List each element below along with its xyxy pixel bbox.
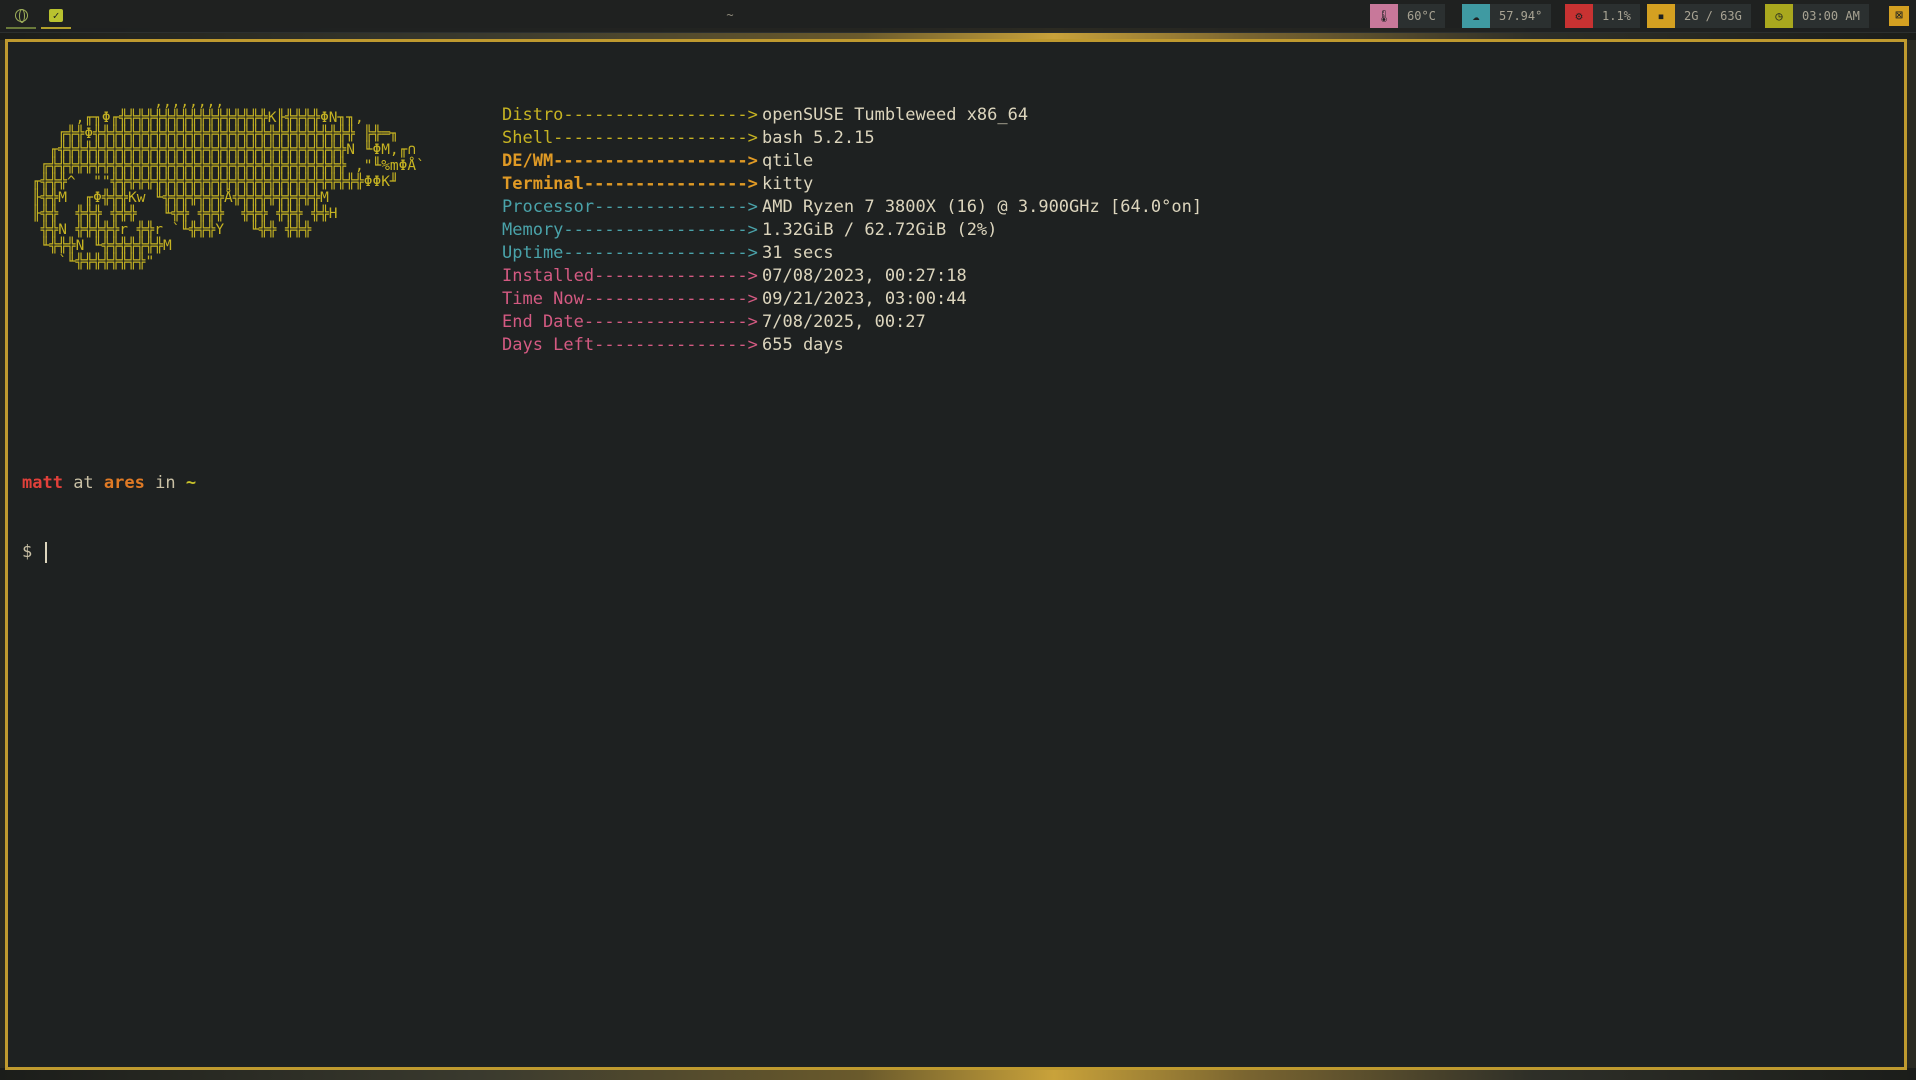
cpu-value: 1.1% <box>1593 4 1640 28</box>
info-value: 655 days <box>762 335 844 355</box>
temperature-widget[interactable]: 🌡︎ 60°C <box>1370 4 1445 28</box>
info-value: bash 5.2.15 <box>762 128 875 148</box>
info-label: End Date----------------> <box>502 312 758 332</box>
clock-widget[interactable]: ◷ 03:00 AM <box>1765 4 1869 28</box>
prompt-in: in <box>144 473 186 493</box>
prompt-directory: ~ <box>185 473 197 493</box>
info-label: Processor---------------> <box>502 197 758 217</box>
info-row-uptime: Uptime------------------> 31 secs <box>502 242 1202 265</box>
command-line[interactable]: $ <box>22 541 196 564</box>
shell-prompt: matt at ares in ~ $ <box>22 426 196 610</box>
info-label: Uptime------------------> <box>502 243 758 263</box>
network-value: 57.94° <box>1490 4 1552 28</box>
info-value: 07/08/2023, 00:27:18 <box>762 266 967 286</box>
cpu-widget[interactable]: ⚙ 1.1% <box>1565 4 1640 28</box>
clock-icon: ◷ <box>1765 4 1793 28</box>
info-row-end-date: End Date----------------> 7/08/2025, 00:2… <box>502 311 1202 334</box>
info-value: 09/21/2023, 03:00:44 <box>762 289 967 309</box>
info-row-shell: Shell-------------------> bash 5.2.15 <box>502 127 1202 150</box>
info-row-processor: Processor---------------> AMD Ryzen 7 380… <box>502 196 1202 219</box>
info-row-memory: Memory------------------> 1.32GiB / 62.72… <box>502 219 1202 242</box>
info-label: Shell-------------------> <box>502 128 758 148</box>
window-title: ~ <box>726 8 734 22</box>
memory-value: 2G / 63G <box>1675 4 1751 28</box>
distro-logo-ascii: ,,,,,,,, ,╓╖Φ╓╬╬╬╬╬╬╬╬╬╬╬╬╬╬╬╬╬K╟╬╬╬╬ΦN╖… <box>32 94 425 270</box>
clock-value: 03:00 AM <box>1793 4 1869 28</box>
info-row-distro: Distro------------------> openSUSE Tumble… <box>502 104 1202 127</box>
temperature-value: 60°C <box>1398 4 1445 28</box>
info-value: 31 secs <box>762 243 834 263</box>
info-value: 1.32GiB / 62.72GiB (2%) <box>762 220 998 240</box>
info-value: 7/08/2025, 00:27 <box>762 312 926 332</box>
memory-icon: ▪ <box>1647 4 1675 28</box>
info-row-terminal: Terminal----------------> kitty <box>502 173 1202 196</box>
info-value: qtile <box>762 151 814 171</box>
cpu-icon: ⚙ <box>1565 4 1593 28</box>
prompt-symbol: $ <box>22 542 43 562</box>
close-icon[interactable]: ⊠ <box>1889 6 1909 26</box>
info-label: DE/WM-------------------> <box>502 151 758 171</box>
terminal-window[interactable]: ,,,,,,,, ,╓╖Φ╓╬╬╬╬╬╬╬╬╬╬╬╬╬╬╬╬╬K╟╬╬╬╬ΦN╖… <box>5 39 1907 1070</box>
info-label: Installed---------------> <box>502 266 758 286</box>
info-value: openSUSE Tumbleweed x86_64 <box>762 105 1029 125</box>
prompt-host: ares <box>103 473 145 493</box>
info-label: Distro------------------> <box>502 105 758 125</box>
memory-widget[interactable]: ▪ 2G / 63G <box>1647 4 1751 28</box>
prompt-user: matt <box>22 473 63 493</box>
info-row-dewm: DE/WM-------------------> qtile <box>502 150 1202 173</box>
system-info: Distro------------------> openSUSE Tumble… <box>502 104 1202 357</box>
info-row-days-left: Days Left---------------> 655 days <box>502 334 1202 357</box>
info-label: Memory------------------> <box>502 220 758 240</box>
info-value: kitty <box>762 174 814 194</box>
info-row-installed: Installed---------------> 07/08/2023, 00:… <box>502 265 1202 288</box>
info-value: AMD Ryzen 7 3800X (16) @ 3.900GHz [64.0°… <box>762 197 1203 217</box>
info-row-time-now: Time Now----------------> 09/21/2023, 03:… <box>502 288 1202 311</box>
network-widget[interactable]: ☁ 57.94° <box>1462 4 1552 28</box>
thermometer-icon: 🌡︎ <box>1370 4 1398 28</box>
text-cursor <box>45 541 48 563</box>
prompt-at: at <box>62 473 104 493</box>
info-label: Days Left---------------> <box>502 335 758 355</box>
top-bar: ✓ ~ 🌡︎ 60°C ☁ 57.94° ⚙ 1.1% ▪ 2G / 63G ◷… <box>0 0 1916 33</box>
info-label: Time Now----------------> <box>502 289 758 309</box>
cloud-icon: ☁ <box>1462 4 1490 28</box>
info-label: Terminal----------------> <box>502 174 758 194</box>
